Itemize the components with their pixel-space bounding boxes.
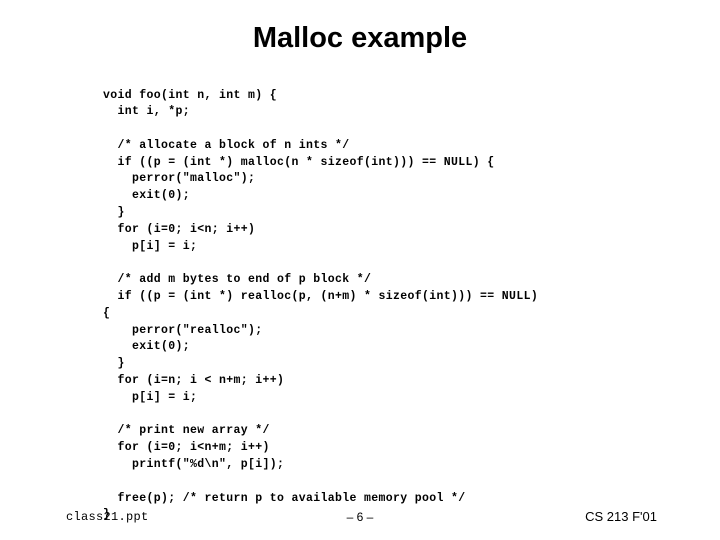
- code-listing: void foo(int n, int m) { int i, *p; /* a…: [103, 88, 538, 525]
- code-line: p[i] = i;: [103, 239, 198, 253]
- code-line: p[i] = i;: [103, 390, 198, 404]
- code-line: for (i=0; i<n+m; i++): [103, 441, 270, 455]
- footer-course-label: CS 213 F'01: [585, 509, 657, 524]
- page-title: Malloc example: [252, 22, 468, 54]
- slide: Malloc example void foo(int n, int m) { …: [0, 0, 720, 540]
- code-line: /* allocate a block of n ints */: [103, 138, 350, 152]
- code-line: {: [103, 306, 111, 320]
- code-line: /* print new array */: [103, 424, 270, 438]
- code-line: if ((p = (int *) realloc(p, (n+m) * size…: [103, 290, 539, 304]
- code-line: if ((p = (int *) malloc(n * sizeof(int))…: [103, 155, 495, 169]
- code-line: perror("realloc");: [103, 323, 263, 337]
- code-line: exit(0);: [103, 340, 191, 354]
- code-line: perror("malloc");: [103, 172, 256, 186]
- code-line: for (i=0; i<n; i++): [103, 222, 256, 236]
- code-line: }: [103, 357, 125, 371]
- code-line: }: [103, 206, 125, 220]
- code-line: for (i=n; i < n+m; i++): [103, 374, 285, 388]
- code-line: int i, *p;: [103, 105, 191, 119]
- code-line: free(p); /* return p to available memory…: [103, 491, 466, 505]
- code-line: /* add m bytes to end of p block */: [103, 273, 372, 287]
- code-line: void foo(int n, int m) {: [103, 88, 278, 102]
- code-line: exit(0);: [103, 189, 191, 203]
- code-line: printf("%d\n", p[i]);: [103, 458, 285, 472]
